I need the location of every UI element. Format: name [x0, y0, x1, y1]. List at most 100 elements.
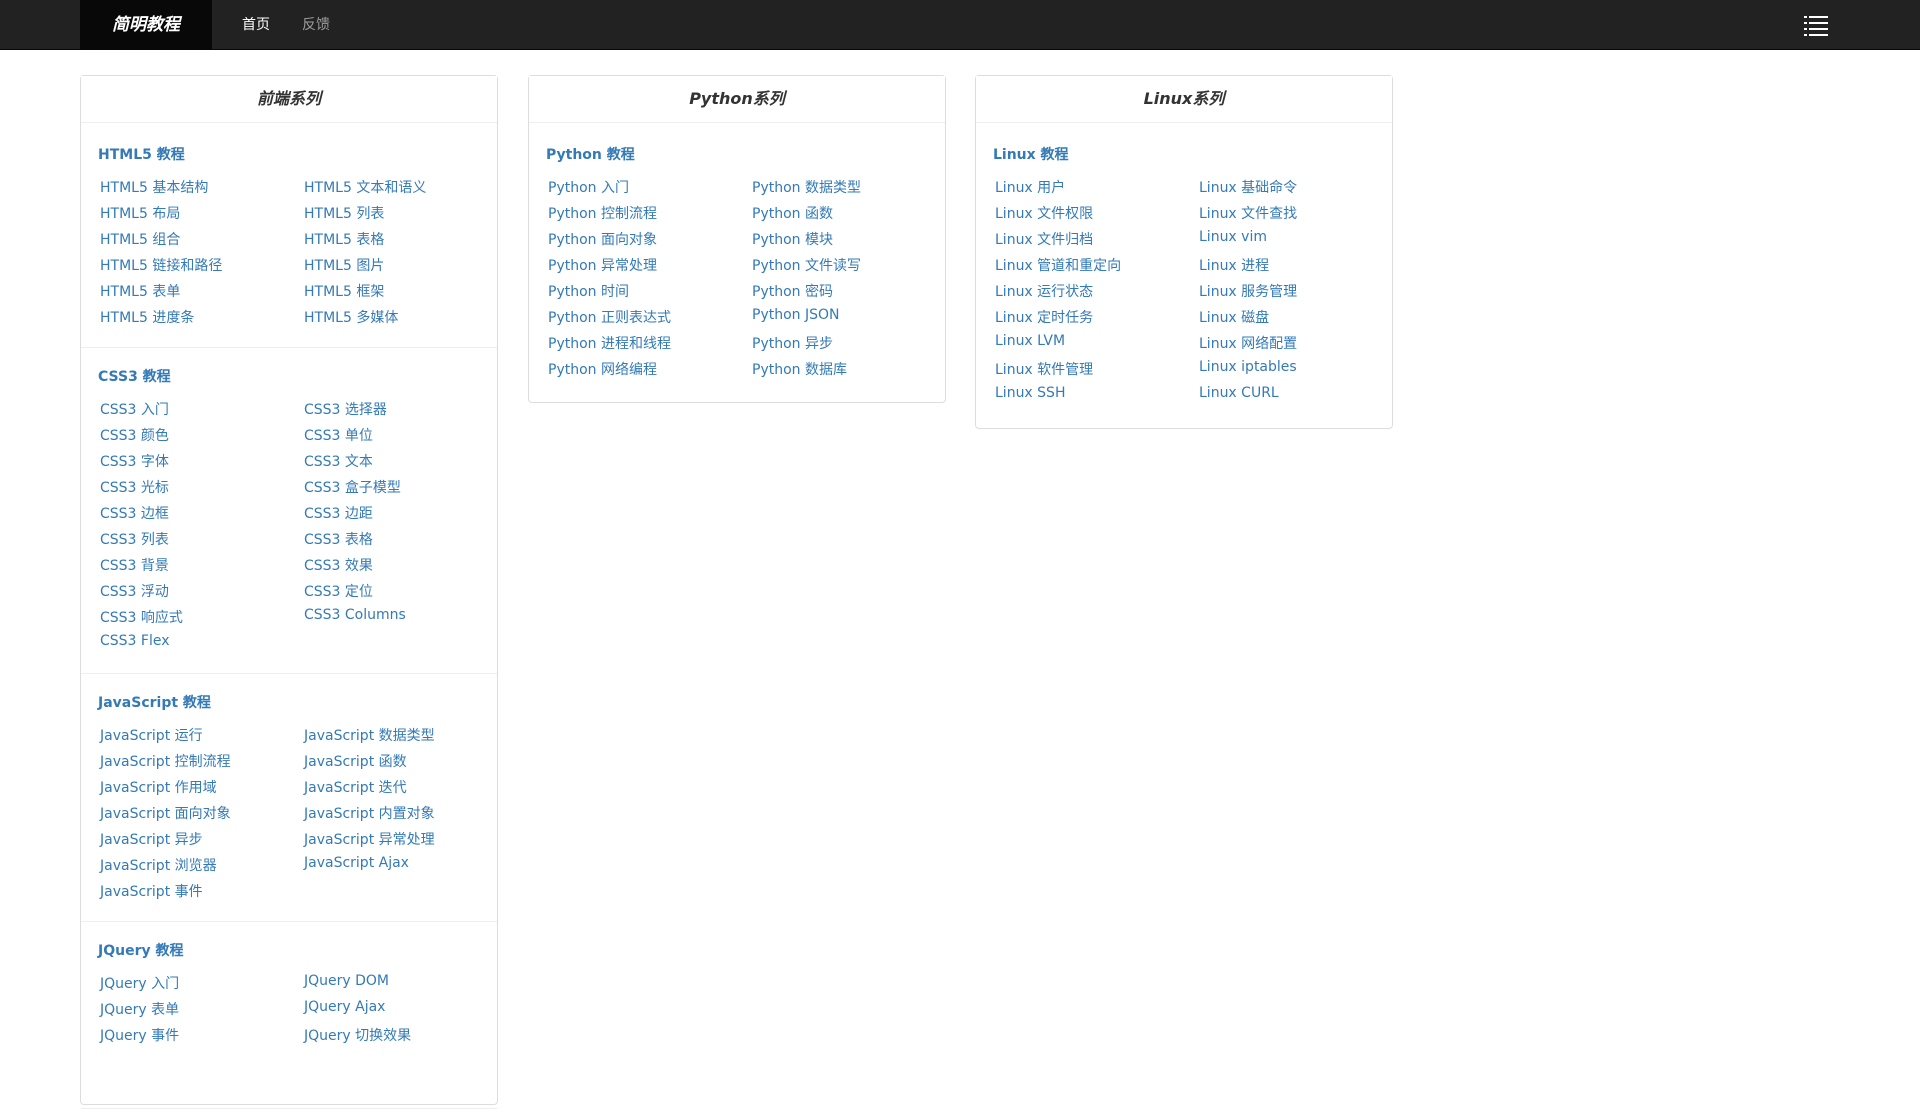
tutorial-link-css3-6[interactable]: CSS3 文本: [304, 451, 373, 471]
section-title-jquery: JQuery 教程: [98, 943, 184, 959]
tutorial-link-linux-13[interactable]: Linux LVM: [995, 333, 1065, 349]
tutorial-link-python-9[interactable]: Python 时间: [548, 281, 629, 301]
tutorial-link-python-10[interactable]: Python 密码: [752, 281, 833, 301]
tutorial-link-css3-2[interactable]: CSS3 选择器: [304, 399, 387, 419]
tutorial-link-css3-9[interactable]: CSS3 边框: [100, 503, 169, 523]
tutorial-link-css3-14[interactable]: CSS3 效果: [304, 555, 373, 575]
tutorial-link-css3-1[interactable]: CSS3 入门: [100, 399, 169, 419]
tutorial-link-html5-8[interactable]: HTML5 图片: [304, 255, 384, 275]
hamburger-menu-icon[interactable]: [1804, 13, 1830, 37]
section-divider: [81, 673, 497, 674]
tutorial-link-linux-6[interactable]: Linux vim: [1199, 229, 1267, 245]
tutorial-link-linux-15[interactable]: Linux 软件管理: [995, 359, 1093, 379]
nav-link-home[interactable]: 首页: [242, 0, 270, 50]
tutorial-link-html5-11[interactable]: HTML5 进度条: [100, 307, 194, 327]
tutorial-link-linux-16[interactable]: Linux iptables: [1199, 359, 1297, 375]
tutorial-link-python-6[interactable]: Python 模块: [752, 229, 833, 249]
tutorial-link-python-1[interactable]: Python 入门: [548, 177, 629, 197]
tutorial-link-javascript-13[interactable]: JavaScript 事件: [100, 881, 203, 901]
tutorial-link-javascript-9[interactable]: JavaScript 异步: [100, 829, 203, 849]
tutorial-link-linux-18[interactable]: Linux CURL: [1199, 385, 1279, 401]
tutorial-link-javascript-8[interactable]: JavaScript 内置对象: [304, 803, 435, 823]
tutorial-link-html5-2[interactable]: HTML5 文本和语义: [304, 177, 426, 197]
tutorial-link-html5-4[interactable]: HTML5 列表: [304, 203, 384, 223]
panel-heading-linux: Linux系列: [976, 76, 1392, 123]
tutorial-link-css3-17[interactable]: CSS3 响应式: [100, 607, 183, 627]
tutorial-link-css3-15[interactable]: CSS3 浮动: [100, 581, 169, 601]
tutorial-link-css3-18[interactable]: CSS3 Columns: [304, 607, 406, 623]
tutorial-link-css3-5[interactable]: CSS3 字体: [100, 451, 169, 471]
section-title-linux: Linux 教程: [993, 147, 1069, 163]
tutorial-link-javascript-10[interactable]: JavaScript 异常处理: [304, 829, 435, 849]
tutorial-link-html5-7[interactable]: HTML5 链接和路径: [100, 255, 222, 275]
tutorial-link-python-15[interactable]: Python 网络编程: [548, 359, 657, 379]
tutorial-link-jquery-5[interactable]: JQuery 事件: [100, 1025, 179, 1045]
tutorial-link-linux-3[interactable]: Linux 文件权限: [995, 203, 1093, 223]
tutorial-link-python-8[interactable]: Python 文件读写: [752, 255, 861, 275]
tutorial-link-jquery-2[interactable]: JQuery DOM: [304, 973, 389, 989]
tutorial-link-html5-5[interactable]: HTML5 组合: [100, 229, 180, 249]
tutorial-link-javascript-1[interactable]: JavaScript 运行: [100, 725, 203, 745]
tutorial-link-css3-7[interactable]: CSS3 光标: [100, 477, 169, 497]
tutorial-link-javascript-2[interactable]: JavaScript 数据类型: [304, 725, 435, 745]
nav-link-feedback[interactable]: 反馈: [302, 0, 330, 50]
tutorial-link-jquery-3[interactable]: JQuery 表单: [100, 999, 179, 1019]
tutorial-link-linux-9[interactable]: Linux 运行状态: [995, 281, 1093, 301]
tutorial-link-python-14[interactable]: Python 异步: [752, 333, 833, 353]
tutorial-link-jquery-4[interactable]: JQuery Ajax: [304, 999, 385, 1015]
tutorial-link-python-12[interactable]: Python JSON: [752, 307, 840, 323]
tutorial-link-linux-7[interactable]: Linux 管道和重定向: [995, 255, 1121, 275]
tutorial-link-javascript-12[interactable]: JavaScript Ajax: [304, 855, 409, 871]
panel-linux-series: Linux系列 Linux 教程 Linux 用户 Linux 基础命令 Linux …: [975, 75, 1393, 429]
tutorial-link-css3-19[interactable]: CSS3 Flex: [100, 633, 170, 649]
tutorial-link-linux-10[interactable]: Linux 服务管理: [1199, 281, 1297, 301]
tutorial-link-css3-8[interactable]: CSS3 盒子模型: [304, 477, 401, 497]
tutorial-link-python-7[interactable]: Python 异常处理: [548, 255, 657, 275]
tutorial-link-javascript-7[interactable]: JavaScript 面向对象: [100, 803, 231, 823]
section-title-python: Python 教程: [546, 147, 635, 163]
tutorial-link-css3-10[interactable]: CSS3 边距: [304, 503, 373, 523]
tutorial-link-javascript-6[interactable]: JavaScript 迭代: [304, 777, 407, 797]
tutorial-link-jquery-1[interactable]: JQuery 入门: [100, 973, 179, 993]
tutorial-link-python-13[interactable]: Python 进程和线程: [548, 333, 671, 353]
tutorial-link-python-11[interactable]: Python 正则表达式: [548, 307, 671, 327]
tutorial-link-css3-16[interactable]: CSS3 定位: [304, 581, 373, 601]
tutorial-link-python-3[interactable]: Python 控制流程: [548, 203, 657, 223]
tutorial-link-linux-2[interactable]: Linux 基础命令: [1199, 177, 1297, 197]
tutorial-link-javascript-3[interactable]: JavaScript 控制流程: [100, 751, 231, 771]
tutorial-link-linux-5[interactable]: Linux 文件归档: [995, 229, 1093, 249]
panel-python-series: Python系列 Python 教程 Python 入门 Python 数据类型 Py…: [528, 75, 946, 403]
tutorial-link-linux-11[interactable]: Linux 定时任务: [995, 307, 1093, 327]
tutorial-link-linux-8[interactable]: Linux 进程: [1199, 255, 1269, 275]
tutorial-link-javascript-4[interactable]: JavaScript 函数: [304, 751, 407, 771]
tutorial-link-jquery-6[interactable]: JQuery 切换效果: [304, 1025, 411, 1045]
tutorial-link-css3-3[interactable]: CSS3 颜色: [100, 425, 169, 445]
tutorial-link-css3-12[interactable]: CSS3 表格: [304, 529, 373, 549]
brand-logo-link[interactable]: 简明教程: [80, 0, 212, 50]
tutorial-link-linux-1[interactable]: Linux 用户: [995, 177, 1065, 197]
tutorial-link-linux-14[interactable]: Linux 网络配置: [1199, 333, 1297, 353]
tutorial-link-css3-13[interactable]: CSS3 背景: [100, 555, 169, 575]
tutorial-link-python-2[interactable]: Python 数据类型: [752, 177, 861, 197]
tutorial-link-css3-4[interactable]: CSS3 单位: [304, 425, 373, 445]
section-divider: [81, 921, 497, 922]
tutorial-link-html5-3[interactable]: HTML5 布局: [100, 203, 180, 223]
tutorial-link-linux-12[interactable]: Linux 磁盘: [1199, 307, 1269, 327]
section-title-html5: HTML5 教程: [98, 147, 185, 163]
tutorial-link-html5-9[interactable]: HTML5 表单: [100, 281, 180, 301]
tutorial-link-css3-11[interactable]: CSS3 列表: [100, 529, 169, 549]
section-title-css3: CSS3 教程: [98, 369, 171, 385]
tutorial-link-html5-1[interactable]: HTML5 基本结构: [100, 177, 208, 197]
tutorial-link-javascript-5[interactable]: JavaScript 作用域: [100, 777, 217, 797]
tutorial-link-javascript-11[interactable]: JavaScript 浏览器: [100, 855, 217, 875]
tutorial-link-python-5[interactable]: Python 面向对象: [548, 229, 657, 249]
section-divider: [81, 347, 497, 348]
tutorial-link-html5-6[interactable]: HTML5 表格: [304, 229, 384, 249]
tutorial-link-html5-10[interactable]: HTML5 框架: [304, 281, 384, 301]
tutorial-link-linux-4[interactable]: Linux 文件查找: [1199, 203, 1297, 223]
tutorial-link-html5-12[interactable]: HTML5 多媒体: [304, 307, 398, 327]
tutorial-link-python-16[interactable]: Python 数据库: [752, 359, 847, 379]
tutorial-link-python-4[interactable]: Python 函数: [752, 203, 833, 223]
tutorial-link-linux-17[interactable]: Linux SSH: [995, 385, 1065, 401]
panel-heading-frontend: 前端系列: [81, 76, 497, 123]
